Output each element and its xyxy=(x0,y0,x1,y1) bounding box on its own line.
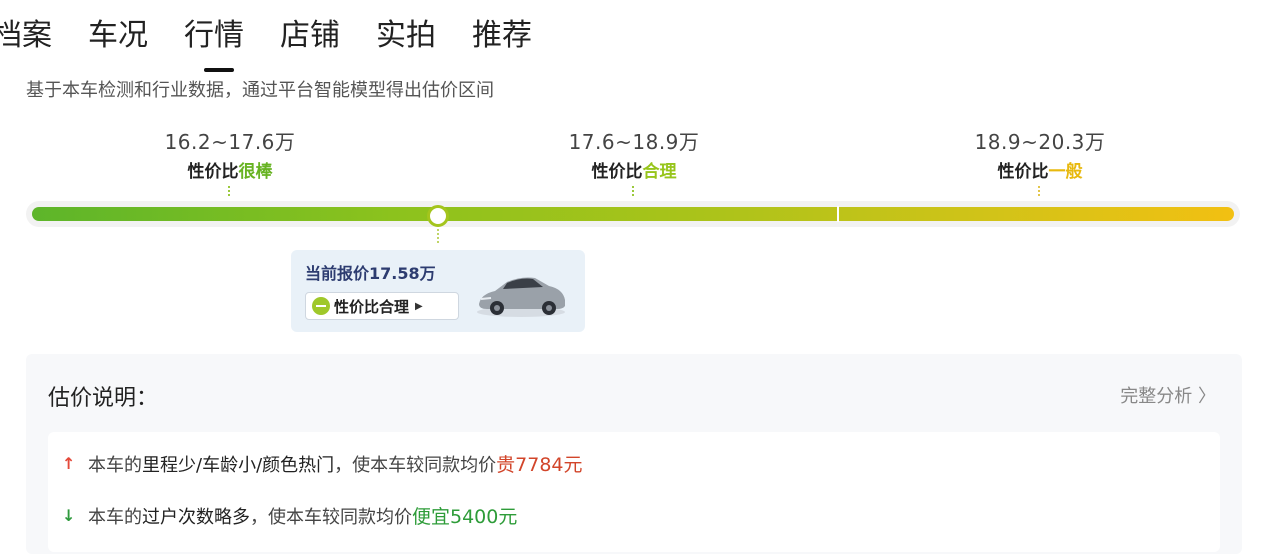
current-quote-card: 当前报价17.58万 性价比合理 ▶ xyxy=(291,250,585,332)
verdict-label: 性价比合理 xyxy=(334,297,410,316)
range-price: 16.2~17.6万 xyxy=(164,130,296,154)
full-analysis-link[interactable]: 完整分析 〉 xyxy=(1120,382,1216,408)
tab-photos[interactable]: 实拍 xyxy=(376,14,436,64)
valuation-explanation-panel: 估价说明： 完整分析 〉 ↑ 本车的 里程少/车龄小/颜色热门 ，使本车较同款均价贵… xyxy=(26,354,1242,554)
current-quote-title: 当前报价17.58万 xyxy=(305,264,436,283)
price-scale-bar xyxy=(32,207,1234,221)
reasons-list: ↑ 本车的 里程少/车龄小/颜色热门 ，使本车较同款均价 贵7784元 ↓ 本车的 过户… xyxy=(48,432,1220,552)
range-average: 18.9~20.3万 性价比一般 xyxy=(920,126,1160,196)
range-tick xyxy=(228,186,232,196)
range-price: 18.9~20.3万 xyxy=(974,130,1106,154)
range-great: 16.2~17.6万 性价比很棒 xyxy=(110,126,350,196)
range-label: 性价比一般 xyxy=(997,162,1083,182)
car-thumbnail-icon xyxy=(477,277,565,317)
range-price: 17.6~18.9万 xyxy=(568,130,700,154)
range-label: 性价比很棒 xyxy=(187,162,273,182)
tab-market[interactable]: 行情 xyxy=(184,14,244,72)
valuation-subtitle: 基于本车检测和行业数据，通过平台智能模型得出估价区间 xyxy=(26,80,494,101)
marker-connector xyxy=(437,229,441,243)
play-arrow-icon: ▶ xyxy=(415,300,423,312)
tab-condition[interactable]: 车况 xyxy=(88,14,148,64)
price-scale-divider xyxy=(837,206,839,222)
value-verdict-button[interactable]: 性价比合理 ▶ xyxy=(305,292,459,320)
current-price-marker xyxy=(427,205,449,227)
neutral-face-icon xyxy=(312,297,330,315)
list-item: ↓ 本车的 过户次数略多 ，使本车较同款均价 便宜5400元 xyxy=(62,506,518,528)
arrow-down-icon: ↓ xyxy=(62,506,76,525)
tab-store[interactable]: 店铺 xyxy=(280,14,340,64)
list-item: ↑ 本车的 里程少/车龄小/颜色热门 ，使本车较同款均价 贵7784元 xyxy=(62,454,583,476)
range-label: 性价比合理 xyxy=(591,162,677,182)
tab-recommend[interactable]: 推荐 xyxy=(472,14,532,64)
range-tick xyxy=(632,186,636,196)
tab-bar: 档案 车况 行情 店铺 实拍 推荐 xyxy=(0,14,568,72)
range-tick xyxy=(1038,186,1042,196)
arrow-up-icon: ↑ xyxy=(62,454,76,473)
explanation-title: 估价说明： xyxy=(48,386,159,411)
tab-archive[interactable]: 档案 xyxy=(0,14,52,64)
range-fair: 17.6~18.9万 性价比合理 xyxy=(514,126,754,196)
chevron-right-icon: 〉 xyxy=(1198,386,1216,407)
